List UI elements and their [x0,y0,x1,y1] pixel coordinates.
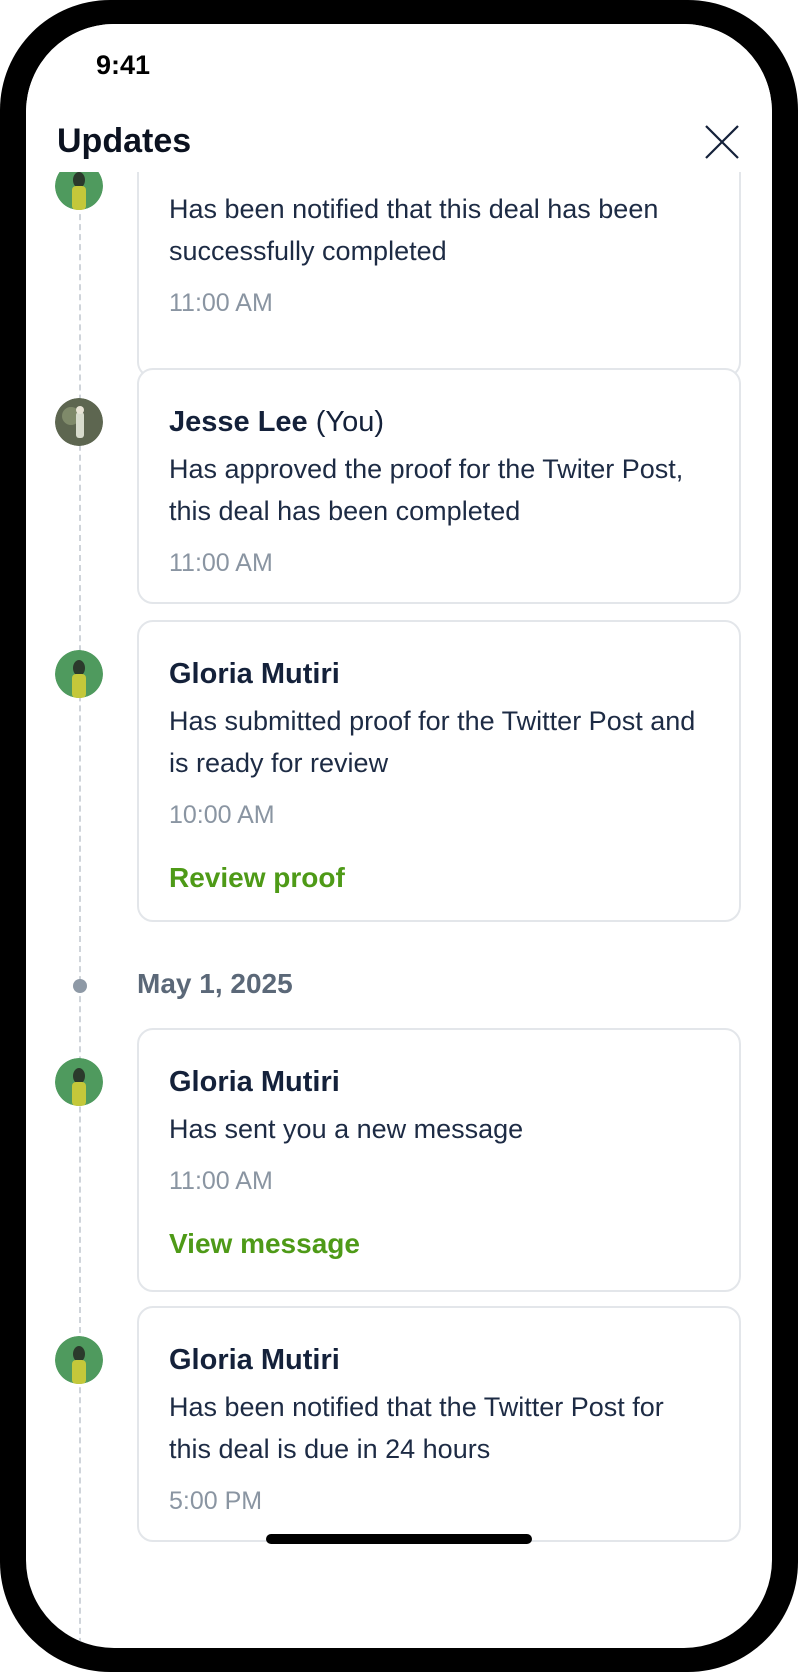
card-time: 10:00 AM [169,801,275,829]
card-name: Gloria Mutiri [169,658,340,690]
update-card: Gloria Mutiri Has been notified that the… [137,1306,741,1542]
close-icon[interactable] [702,122,748,168]
avatar [55,1336,103,1384]
phone-frame: 9:41 Updates Gloria Mutiri Has been noti… [0,0,798,1672]
date-dot [73,979,87,993]
view-message-link[interactable]: View message [169,1224,709,1264]
avatar [55,162,103,210]
update-card: Gloria Mutiri Has submitted proof for th… [137,620,741,922]
avatar [55,398,103,446]
update-card: Jesse Lee (You) Has approved the proof f… [137,368,741,604]
card-name: Jesse Lee (You) [169,402,709,442]
card-message: Has submitted proof for the Twitter Post… [169,706,696,778]
date-label: May 1, 2025 [137,968,293,999]
card-time: 11:00 AM [169,289,273,317]
battery-icon [674,58,719,80]
card-message: Has been notified that the Twitter Post … [169,1392,664,1464]
update-card: Gloria Mutiri Has been notified that thi… [137,146,741,378]
update-card: Gloria Mutiri Has sent you a new message… [137,1028,741,1292]
home-indicator [266,1534,532,1544]
card-time: 11:00 AM [169,549,273,577]
wifi-icon [634,58,664,79]
avatar [55,1058,103,1106]
status-time-overlay: 9:41 [96,50,151,80]
page-title-overlay: Updates [57,122,192,160]
card-message: Has approved the proof for the Twiter Po… [169,454,684,526]
card-time: 11:00 AM [169,1167,273,1195]
card-message: Has been notified that this deal has bee… [169,194,659,266]
avatar [55,650,103,698]
card-message: Has sent you a new message [169,1114,524,1144]
signal-icon [592,58,621,80]
card-name: Gloria Mutiri [169,1066,340,1098]
user-name: Jesse Lee [169,406,308,438]
status-icons [592,58,720,80]
app-screen: 9:41 Updates Gloria Mutiri Has been noti… [26,24,772,1648]
card-name: Gloria Mutiri [169,146,340,178]
review-proof-link[interactable]: Review proof [169,858,709,898]
you-tag: (You) [315,406,384,438]
card-time: 5:00 PM [169,1487,263,1515]
card-name: Gloria Mutiri [169,1344,340,1376]
